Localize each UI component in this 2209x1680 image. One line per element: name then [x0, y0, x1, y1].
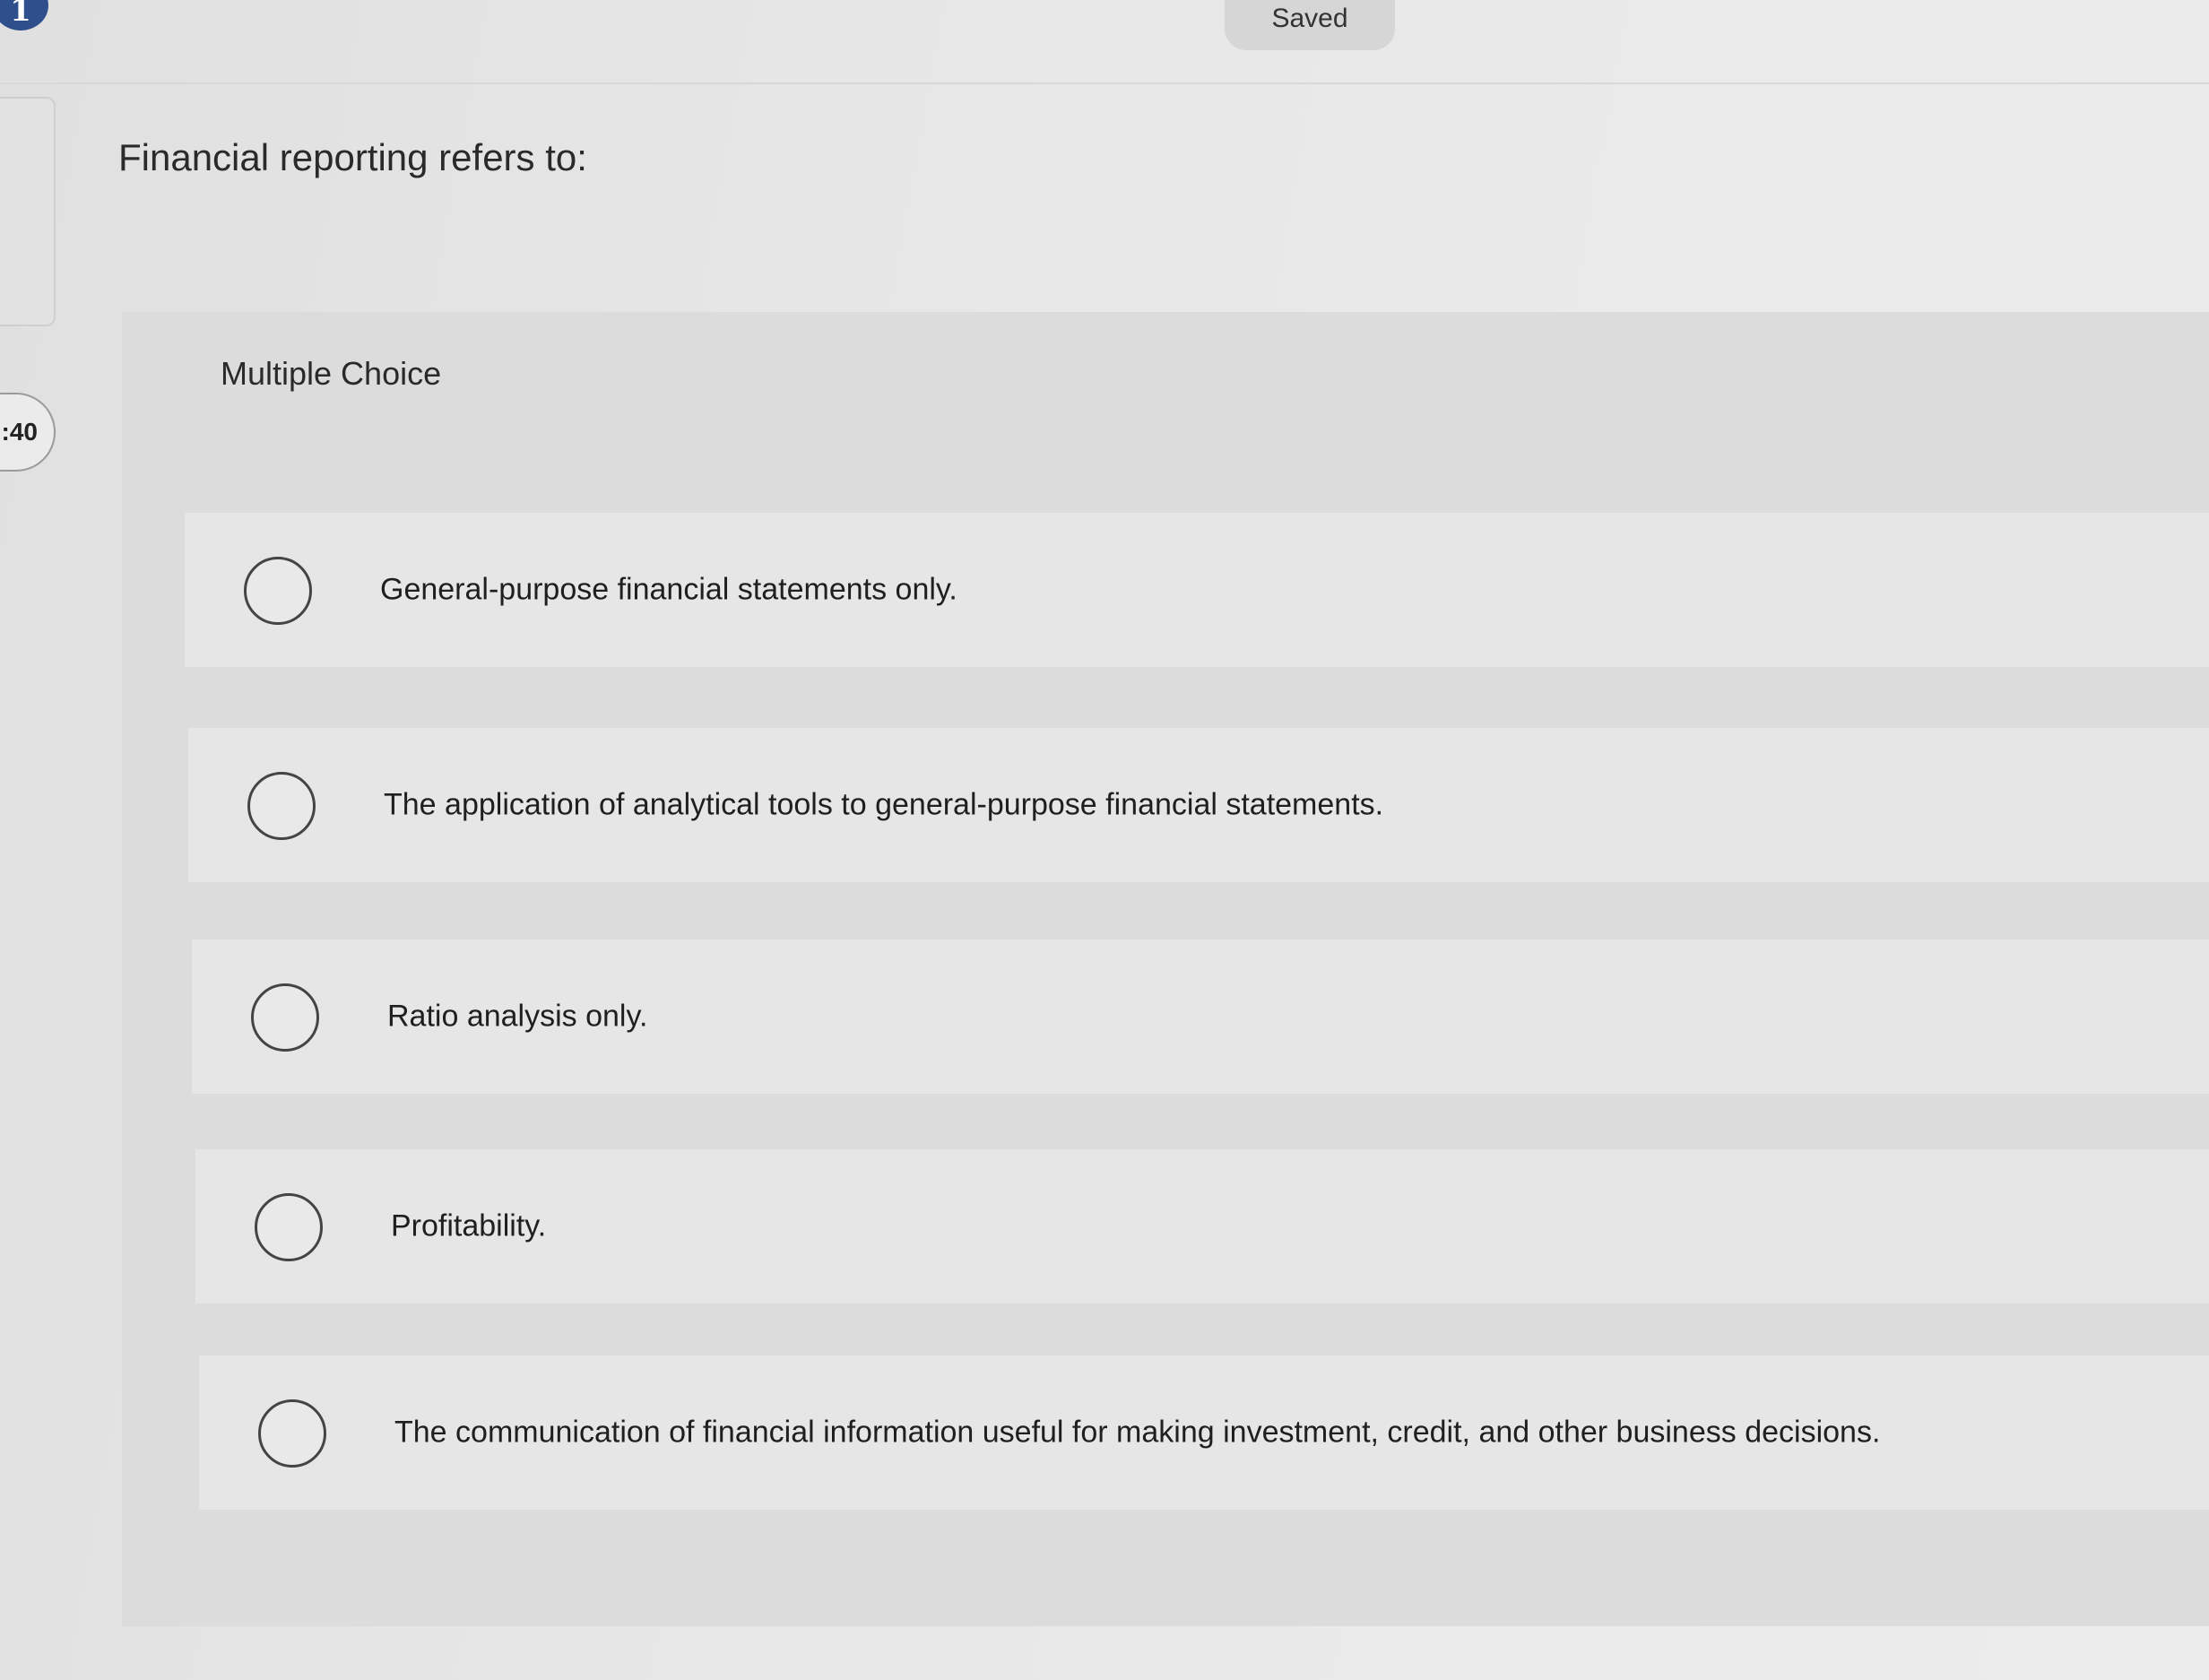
radio-button-5[interactable] — [258, 1399, 326, 1468]
answer-option-1[interactable]: General-purpose financial statements onl… — [185, 513, 2209, 667]
saved-status-text: Saved — [1271, 4, 1348, 33]
answer-option-4[interactable]: Profitability. — [195, 1149, 2209, 1303]
radio-button-2[interactable] — [247, 772, 316, 840]
question-type-label: Multiple Choice — [221, 355, 442, 392]
question-prompt: Financial reporting refers to: — [118, 136, 587, 178]
radio-button-1[interactable] — [244, 557, 312, 625]
question-number-badge[interactable]: 1 — [0, 0, 48, 30]
answer-option-text-5: The communication of financial informati… — [394, 1415, 1881, 1450]
header-divider — [0, 82, 2209, 84]
answer-option-text-2: The application of analytical tools to g… — [384, 787, 1384, 822]
answer-option-text-3: Ratio analysis only. — [387, 999, 648, 1034]
quiz-page: 1 Saved :40 Financial reporting refers t… — [0, 0, 2209, 1680]
answer-option-5[interactable]: The communication of financial informati… — [199, 1355, 2209, 1510]
radio-button-4[interactable] — [255, 1193, 323, 1261]
answer-option-2[interactable]: The application of analytical tools to g… — [188, 728, 2209, 882]
timer-text: :40 — [1, 418, 38, 446]
answer-option-text-4: Profitability. — [391, 1208, 547, 1243]
timer[interactable]: :40 — [0, 393, 56, 472]
side-panel — [0, 97, 56, 326]
saved-status-pill: Saved — [1225, 0, 1395, 50]
answer-option-text-1: General-purpose financial statements onl… — [380, 572, 957, 607]
answer-option-3[interactable]: Ratio analysis only. — [192, 940, 2209, 1094]
radio-button-3[interactable] — [251, 983, 319, 1052]
question-number: 1 — [10, 0, 31, 29]
